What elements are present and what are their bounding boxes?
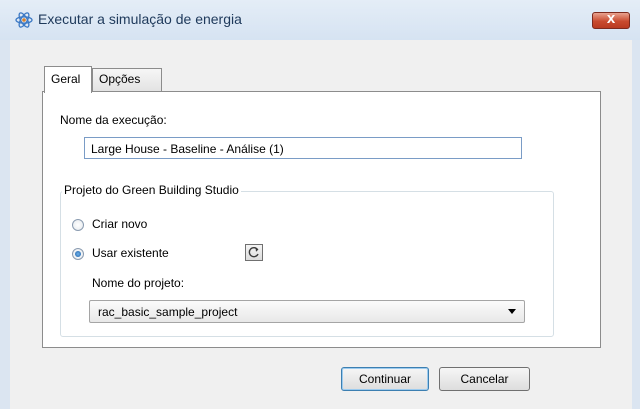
refresh-button[interactable] <box>245 244 263 261</box>
refresh-icon <box>248 247 259 258</box>
chevron-down-icon[interactable] <box>508 309 516 314</box>
run-name-label: Nome da execução: <box>60 113 167 127</box>
energy-simulation-dialog: Executar a simulação de energia x Geral … <box>0 0 640 409</box>
run-name-input[interactable]: Large House - Baseline - Análise (1) <box>84 137 522 159</box>
project-name-select[interactable]: rac_basic_sample_project <box>89 300 525 323</box>
tab-general[interactable]: Geral <box>44 66 92 93</box>
create-new-radio[interactable] <box>72 219 84 231</box>
energy-atom-icon <box>15 12 33 28</box>
continue-button[interactable]: Continuar <box>341 367 429 391</box>
close-icon: x <box>606 10 616 27</box>
create-new-label[interactable]: Criar novo <box>92 217 147 231</box>
tab-options[interactable]: Opções <box>92 68 162 91</box>
window-title: Executar a simulação de energia <box>38 11 242 27</box>
project-group-legend: Projeto do Green Building Studio <box>62 183 241 197</box>
close-button[interactable]: x <box>592 10 630 29</box>
use-existing-label[interactable]: Usar existente <box>92 246 169 260</box>
title-bar[interactable]: Executar a simulação de energia x <box>0 0 640 41</box>
project-name-label: Nome do projeto: <box>92 276 185 290</box>
use-existing-radio[interactable] <box>72 248 84 260</box>
cancel-button[interactable]: Cancelar <box>439 367 530 391</box>
